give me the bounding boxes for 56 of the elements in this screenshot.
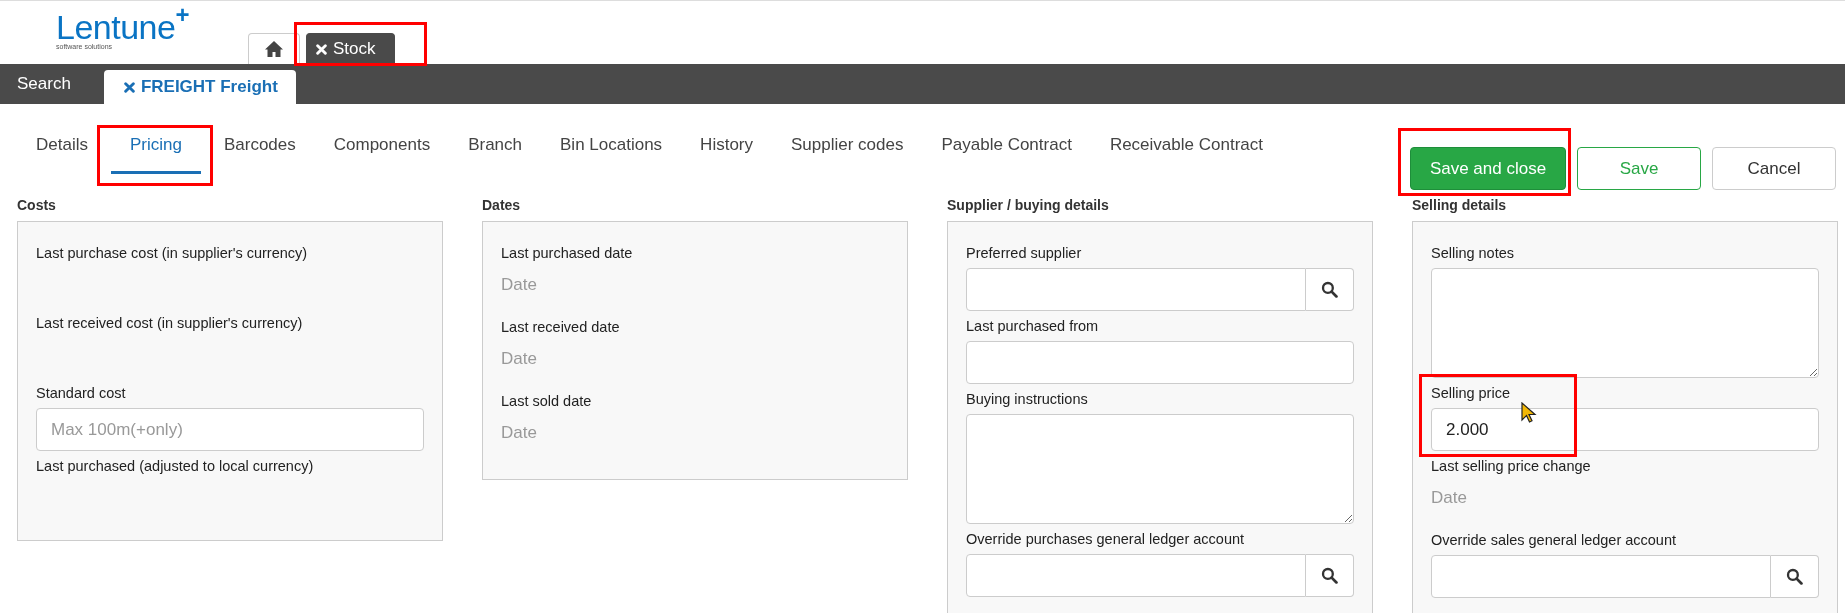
module-tab[interactable]: Stock <box>306 33 395 64</box>
date-field[interactable]: Date <box>501 416 701 450</box>
field-label: Last received cost (in supplier's currency) <box>36 314 303 333</box>
tab[interactable]: Bin Locations <box>541 128 682 174</box>
field-label: Last purchased from <box>966 317 1099 336</box>
home-icon <box>264 40 284 58</box>
lookup-field[interactable] <box>1431 555 1771 598</box>
record-tab[interactable]: Search <box>0 68 88 100</box>
tab[interactable]: History <box>681 128 772 174</box>
tab[interactable]: Components <box>314 128 450 174</box>
field-label: Last purchased (adjusted to local currency) <box>36 457 314 476</box>
search-icon <box>1786 568 1803 585</box>
field-label: Override sales general ledger account <box>1431 531 1677 550</box>
search-icon <box>1321 281 1338 298</box>
tab[interactable]: Barcodes <box>204 128 315 174</box>
field-label: Last purchased date <box>501 244 633 263</box>
field-label: Last received date <box>501 318 620 337</box>
search-button[interactable] <box>1306 268 1354 311</box>
field-label: Last purchase cost (in supplier's currency) <box>36 244 308 263</box>
field-label: Selling price <box>1431 384 1510 403</box>
date-field[interactable]: Date <box>1431 481 1631 515</box>
lookup-field[interactable] <box>966 268 1306 311</box>
search-button[interactable] <box>1771 555 1819 598</box>
record-tab[interactable]: FREIGHT Freight <box>103 70 296 104</box>
field-label: Last sold date <box>501 392 592 411</box>
action-button[interactable]: Cancel <box>1712 147 1836 190</box>
tab[interactable]: Receivable Contract <box>1090 128 1282 174</box>
text-area[interactable] <box>1431 268 1819 378</box>
date-field[interactable]: Date <box>501 342 701 376</box>
field-label: Selling notes <box>1431 244 1515 263</box>
date-field[interactable]: Date <box>501 268 701 302</box>
section-title: Supplier / buying details <box>947 197 1110 213</box>
close-icon <box>123 81 135 93</box>
field-label: Standard cost <box>36 384 126 403</box>
field-label: Preferred supplier <box>966 244 1082 263</box>
tab[interactable]: Details <box>17 128 107 174</box>
input-field[interactable]: 2.000 <box>1431 408 1819 451</box>
field-label: Buying instructions <box>966 390 1088 409</box>
section-title: Costs <box>17 197 57 213</box>
tab[interactable]: Pricing <box>110 128 201 174</box>
field-label: Last selling price change <box>1431 457 1591 476</box>
section-title: Dates <box>482 197 522 213</box>
pointer-icon <box>1521 402 1537 424</box>
field-label: Override purchases general ledger account <box>966 530 1245 549</box>
search-button[interactable] <box>1306 554 1354 597</box>
section-title: Selling details <box>1412 197 1508 213</box>
close-icon <box>316 43 327 55</box>
text-area[interactable] <box>966 414 1354 524</box>
tab[interactable]: Branch <box>449 128 542 174</box>
tab[interactable]: Payable Contract <box>922 128 1091 174</box>
input-field[interactable] <box>966 341 1354 384</box>
tab[interactable]: Supplier codes <box>772 128 923 174</box>
lookup-field[interactable] <box>966 554 1306 597</box>
home-tab[interactable] <box>248 33 300 64</box>
input-field[interactable]: Max 100m(+only) <box>36 408 424 451</box>
search-icon <box>1321 567 1338 584</box>
